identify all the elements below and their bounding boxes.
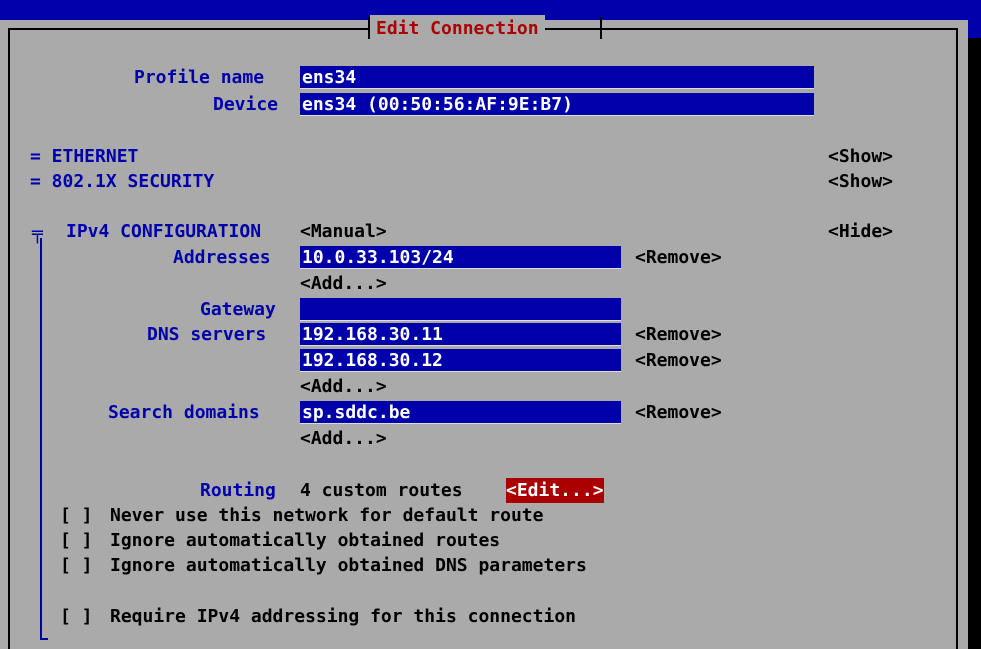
terminal-screen: Edit Connection Profile name ens34 Devic… — [0, 0, 981, 649]
routing-label: Routing — [200, 480, 276, 501]
dns-field[interactable]: 192.168.30.11 — [300, 323, 621, 346]
dns-add-button[interactable]: <Add...> — [300, 374, 387, 399]
gateway-label: Gateway — [200, 299, 276, 320]
checkbox-require-ipv4[interactable]: [ ] — [60, 604, 93, 629]
checkbox-never-default-label: Never use this network for default route — [110, 505, 544, 526]
checkbox-ignore-dns[interactable]: [ ] — [60, 553, 93, 578]
routing-edit-button[interactable]: <Edit...> — [506, 478, 604, 503]
search-domain-field[interactable]: sp.sddc.be — [300, 401, 621, 424]
profile-name-field[interactable]: ens34 — [300, 66, 814, 89]
search-domain-add-button[interactable]: <Add...> — [300, 426, 387, 451]
device-field[interactable]: ens34 (00:50:56:AF:9E:B7) — [300, 93, 814, 116]
checkbox-ignore-routes[interactable]: [ ] — [60, 528, 93, 553]
address-add-button[interactable]: <Add...> — [300, 271, 387, 296]
ipv4-hide-button[interactable]: <Hide> — [828, 219, 893, 244]
checkbox-never-default[interactable]: [ ] — [60, 503, 93, 528]
dns-label: DNS servers — [147, 324, 267, 345]
dns-remove-button[interactable]: <Remove> — [635, 348, 722, 373]
address-remove-button[interactable]: <Remove> — [635, 245, 722, 270]
dialog-frame-right — [956, 28, 958, 649]
gateway-field[interactable] — [300, 298, 621, 321]
ethernet-show-button[interactable]: <Show> — [828, 144, 893, 169]
search-domain-remove-button[interactable]: <Remove> — [635, 400, 722, 425]
routing-value: 4 custom routes — [300, 480, 463, 501]
checkbox-require-ipv4-label: Require IPv4 addressing for this connect… — [110, 606, 576, 627]
device-label: Device — [213, 94, 279, 115]
ethernet-section: = ETHERNET — [30, 146, 139, 167]
ipv4-mode-select[interactable]: <Manual> — [300, 219, 387, 244]
dialog-title: Edit Connection — [370, 15, 545, 42]
security-section: = 802.1X SECURITY — [30, 171, 215, 192]
checkbox-ignore-dns-label: Ignore automatically obtained DNS parame… — [110, 555, 587, 576]
dns-field[interactable]: 192.168.30.12 — [300, 349, 621, 372]
checkbox-ignore-routes-label: Ignore automatically obtained routes — [110, 530, 501, 551]
ipv4-section-label: IPv4 CONFIGURATION — [66, 221, 262, 242]
ipv4-section-bar-end — [40, 638, 48, 640]
addresses-label: Addresses — [173, 247, 271, 268]
address-field[interactable]: 10.0.33.103/24 — [300, 246, 621, 269]
dns-remove-button[interactable]: <Remove> — [635, 322, 722, 347]
dialog-frame-left — [8, 28, 10, 649]
search-domains-label: Search domains — [108, 402, 260, 423]
profile-name-label: Profile name — [134, 67, 265, 88]
security-show-button[interactable]: <Show> — [828, 169, 893, 194]
dialog-shadow — [968, 38, 981, 649]
title-bracket-right — [600, 17, 602, 39]
ipv4-section-bar — [40, 238, 42, 640]
